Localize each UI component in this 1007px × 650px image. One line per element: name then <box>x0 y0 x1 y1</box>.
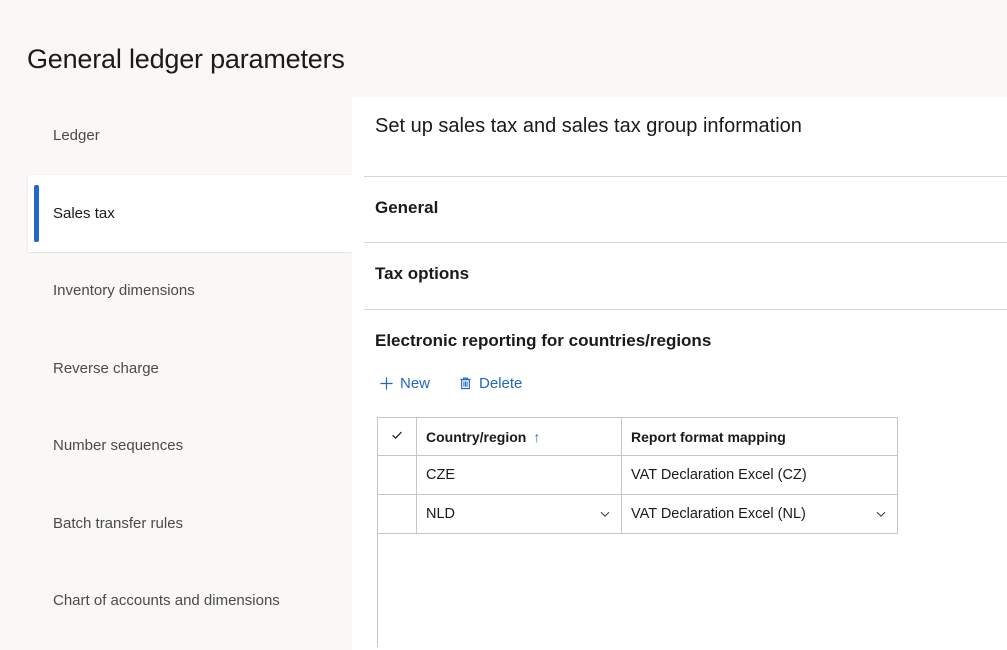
column-header-country-region[interactable]: Country/region ↑ <box>416 417 622 456</box>
sidebar-item-inventory-dimensions[interactable]: Inventory dimensions <box>0 252 352 330</box>
selection-accent-bar <box>34 184 39 242</box>
sidebar-item-label: Inventory dimensions <box>53 282 195 300</box>
cell-value: CZE <box>426 467 455 483</box>
main-panel-title: Set up sales tax and sales tax group inf… <box>375 115 802 137</box>
electronic-reporting-grid: Country/region ↑ Report format mapping C… <box>377 417 898 534</box>
plus-icon <box>379 376 394 391</box>
fasttab-tax-options[interactable]: Tax options <box>364 242 1007 309</box>
new-button-label: New <box>400 375 431 392</box>
sidebar-item-label: Reverse charge <box>53 359 159 377</box>
table-header-row: Country/region ↑ Report format mapping <box>377 417 898 456</box>
page-title: General ledger parameters <box>27 44 345 74</box>
sidebar-item-sales-tax[interactable]: Sales tax <box>28 174 352 252</box>
fasttab-general[interactable]: General <box>364 176 1007 242</box>
chevron-down-icon[interactable] <box>874 507 888 521</box>
sidebar-item-chart-of-accounts-and-dimensions[interactable]: Chart of accounts and dimensions <box>0 562 352 640</box>
cell-report-format-mapping[interactable]: VAT Declaration Excel (NL) <box>621 494 898 534</box>
column-header-report-format-mapping[interactable]: Report format mapping <box>621 417 898 456</box>
cell-value: VAT Declaration Excel (CZ) <box>631 467 807 483</box>
checkmark-icon <box>390 505 405 520</box>
chevron-down-icon[interactable] <box>598 507 612 521</box>
sidebar-item-label: Number sequences <box>53 437 184 455</box>
sidebar-item-number-sequences[interactable]: Number sequences <box>0 407 352 485</box>
column-header-label: Country/region <box>426 428 527 445</box>
grid-toolbar: New Delete <box>375 373 526 394</box>
sort-ascending-icon: ↑ <box>533 428 541 445</box>
table-row[interactable]: CZE VAT Declaration Excel (CZ) <box>377 455 898 495</box>
main-panel: Set up sales tax and sales tax group inf… <box>352 97 1007 650</box>
sidebar: Ledger Sales tax Inventory dimensions Re… <box>0 97 352 650</box>
delete-button-label: Delete <box>479 375 523 392</box>
row-checkbox-cell[interactable] <box>377 455 417 495</box>
sidebar-item-ledger[interactable]: Ledger <box>0 97 352 175</box>
fasttab-title[interactable]: Electronic reporting for countries/regio… <box>364 310 1007 351</box>
fasttab-title[interactable]: General <box>364 177 1007 218</box>
grid-left-rule <box>377 534 378 647</box>
column-header-label: Report format mapping <box>631 428 786 445</box>
cell-value: NLD <box>426 506 456 522</box>
row-checkbox-cell[interactable] <box>377 494 417 534</box>
checkmark-icon <box>390 428 404 442</box>
sidebar-item-label: Ledger <box>53 127 100 145</box>
app-root: General ledger parameters Ledger Sales t… <box>0 0 1007 650</box>
cell-country-region[interactable]: NLD <box>416 494 622 534</box>
sidebar-item-reverse-charge[interactable]: Reverse charge <box>0 330 352 408</box>
cell-value: VAT Declaration Excel (NL) <box>631 506 806 522</box>
cell-country-region[interactable]: CZE <box>416 455 622 495</box>
fasttab-title[interactable]: Tax options <box>364 243 1007 284</box>
delete-button[interactable]: Delete <box>454 373 526 394</box>
sidebar-item-label: Sales tax <box>53 204 115 222</box>
cell-report-format-mapping[interactable]: VAT Declaration Excel (CZ) <box>621 455 898 495</box>
select-all-header-cell[interactable] <box>377 417 417 456</box>
sidebar-item-label: Batch transfer rules <box>53 514 184 532</box>
sidebar-item-label: Chart of accounts and dimensions <box>53 592 280 610</box>
new-button[interactable]: New <box>375 373 434 394</box>
table-row[interactable]: NLD VAT Declaration Excel (NL) <box>377 494 898 534</box>
sidebar-item-batch-transfer-rules[interactable]: Batch transfer rules <box>0 485 352 563</box>
trash-icon <box>458 376 473 391</box>
